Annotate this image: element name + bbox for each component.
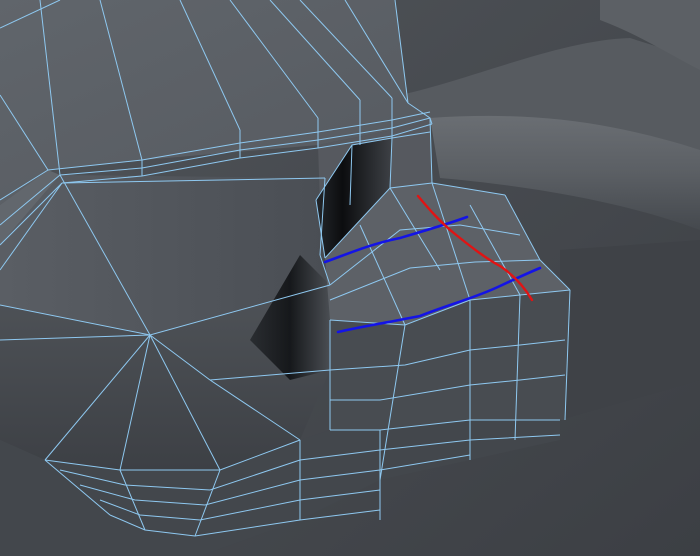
3d-viewport[interactable]	[0, 0, 700, 556]
mesh-scene[interactable]	[0, 0, 700, 556]
